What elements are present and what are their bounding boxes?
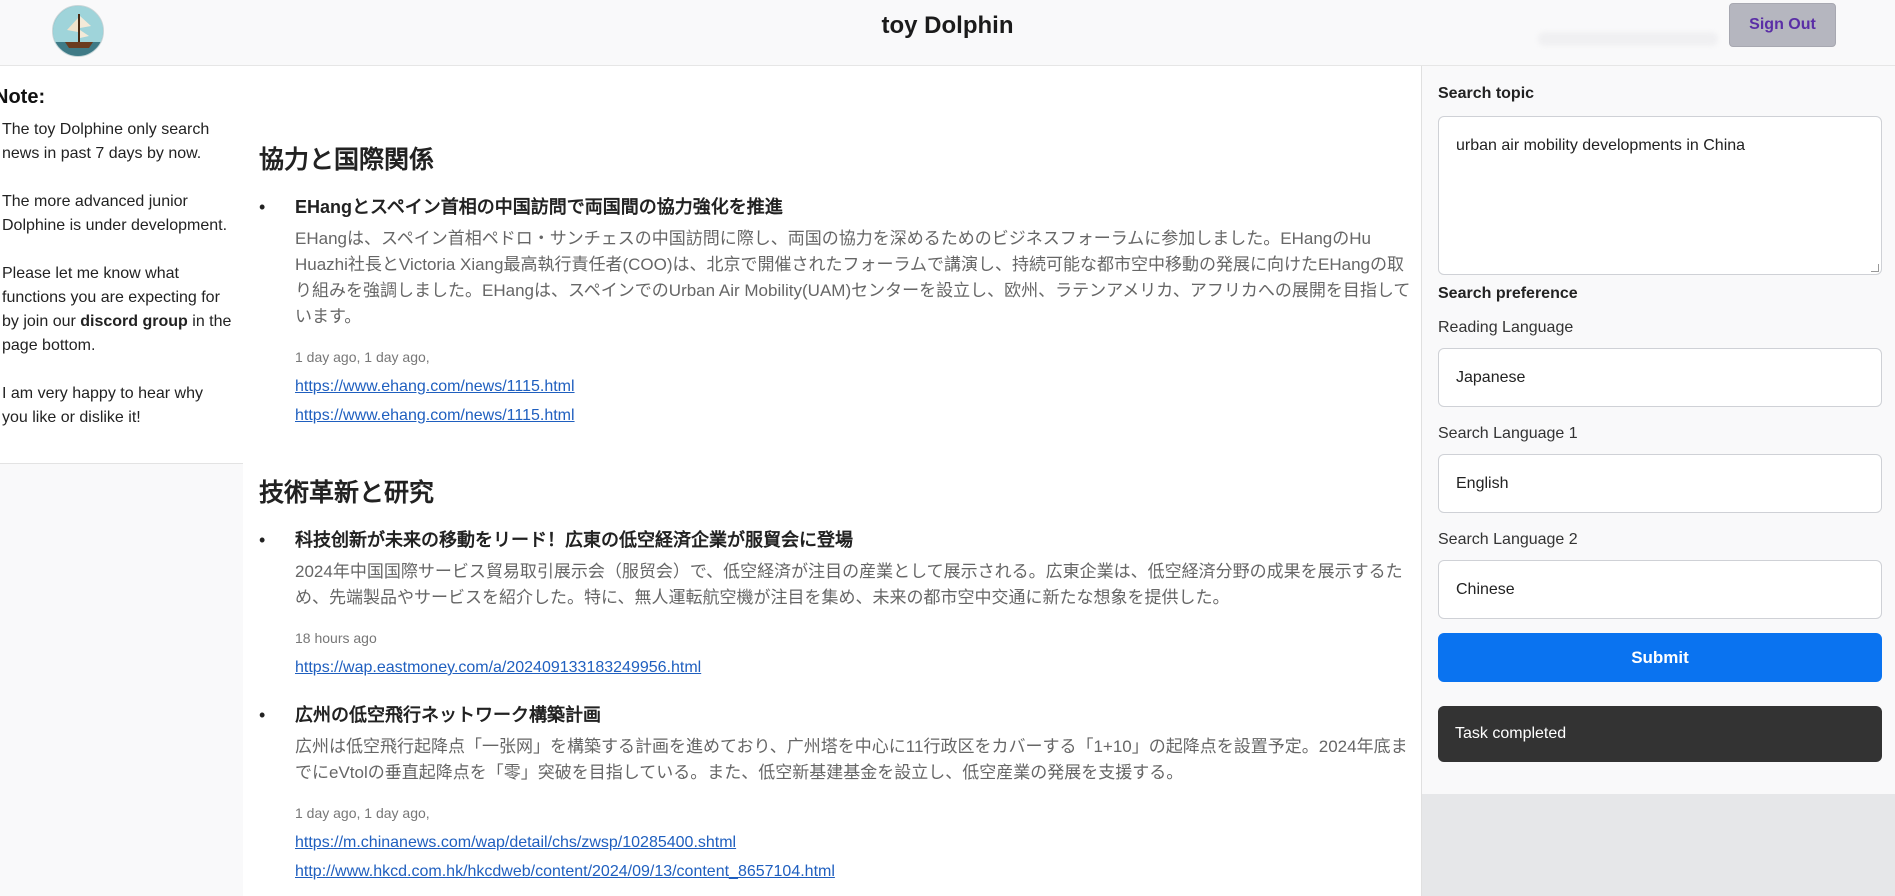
search-language-2-value: Chinese [1456, 580, 1515, 598]
article-title: 科技创新が未来の移動をリード！広東の低空経済企業が服貿会に登場 [295, 530, 853, 550]
article-summary: 2024年中国国際サービス貿易取引展示会（服贸会）で、低空経済が注目の産業として… [295, 562, 1403, 607]
note-paragraph-1: The toy Dolphine only search news in pas… [2, 121, 210, 162]
user-name-blurred [1538, 32, 1718, 46]
article-time: 1 day ago, 1 day ago, [295, 349, 430, 365]
article-link[interactable]: https://www.ehang.com/news/1115.html [295, 378, 575, 396]
note-box: Note: The toy Dolphine only search news … [0, 66, 243, 464]
bullet: • [259, 197, 266, 217]
article-title: EHangとスペイン首相の中国訪問で両国間の協力強化を推進 [295, 197, 783, 217]
article-link[interactable]: https://wap.eastmoney.com/a/202409133183… [295, 659, 701, 677]
discord-group-link[interactable]: discord group [80, 313, 188, 330]
reading-language-input[interactable]: Japanese [1438, 348, 1882, 407]
resize-grip-icon[interactable] [1871, 264, 1879, 272]
article-summary: EHangは、スペイン首相ペドロ・サンチェスの中国訪問に際し、両国の協力を深める… [295, 229, 1411, 326]
note-paragraph-4: I am very happy to hear why you like or … [2, 385, 203, 426]
bullet: • [259, 705, 266, 725]
news-article: • EHangとスペイン首相の中国訪問で両国間の協力強化を推進 EHangは、ス… [259, 194, 1410, 425]
reading-language-label: Reading Language [1438, 319, 1574, 336]
reading-language-value: Japanese [1456, 368, 1526, 386]
article-link[interactable]: http://www.hkcd.com.hk/hkcdweb/content/2… [295, 863, 835, 881]
note-paragraph-2: The more advanced junior Dolphine is und… [2, 193, 228, 234]
search-topic-label: Search topic [1438, 85, 1535, 102]
search-topic-value: urban air mobility developments in China [1456, 137, 1746, 154]
section-title: 技術革新と研究 [259, 479, 435, 507]
news-article: • 広州の低空飛行ネットワーク構築計画 広州は低空飛行起降点「一张网」を構築する… [259, 702, 1409, 896]
search-language-1-input[interactable]: English [1438, 454, 1882, 513]
article-summary: 広州は低空飛行起降点「一张网」を構築する計画を進めており、广州塔を中心に11行政… [295, 737, 1408, 782]
article-time: 18 hours ago [295, 630, 377, 646]
article-link[interactable]: https://m.chinanews.com/wap/detail/chs/z… [295, 834, 736, 852]
note-text: The toy Dolphine only search news in pas… [2, 118, 232, 430]
news-article: • 科技创新が未来の移動をリード！広東の低空経済企業が服貿会に登場 2024年中… [259, 527, 1409, 687]
top-header: toy Dolphin Sign Out [0, 0, 1895, 66]
left-sidebar: Note: The toy Dolphine only search news … [0, 66, 243, 896]
article-time: 1 day ago, 1 day ago, [295, 805, 430, 821]
search-preference-label: Search preference [1438, 285, 1578, 302]
section-title: 協力と国際関係 [259, 146, 435, 174]
status-message: Task completed [1438, 706, 1882, 762]
article-link[interactable]: https://www.ehang.com/news/1115.html [295, 407, 575, 425]
note-title: Note: [0, 86, 46, 108]
search-language-2-input[interactable]: Chinese [1438, 560, 1882, 619]
sign-out-button[interactable]: Sign Out [1729, 3, 1836, 47]
article-title: 広州の低空飛行ネットワーク構築計画 [295, 705, 601, 725]
search-form: Search topic urban air mobility developm… [1422, 66, 1895, 794]
bullet: • [259, 530, 266, 550]
note-paragraph-3: Please let me know what functions you ar… [2, 262, 232, 358]
news-results: 協力と国際関係 • EHangとスペイン首相の中国訪問で両国間の協力強化を推進 … [243, 66, 1421, 896]
search-topic-input[interactable]: urban air mobility developments in China [1438, 116, 1882, 275]
logo-icon[interactable] [52, 5, 104, 57]
search-language-1-label: Search Language 1 [1438, 425, 1578, 442]
search-language-1-value: English [1456, 474, 1509, 492]
search-language-2-label: Search Language 2 [1438, 531, 1578, 548]
right-sidebar: Search topic urban air mobility developm… [1421, 66, 1895, 896]
submit-button[interactable]: Submit [1438, 633, 1882, 682]
